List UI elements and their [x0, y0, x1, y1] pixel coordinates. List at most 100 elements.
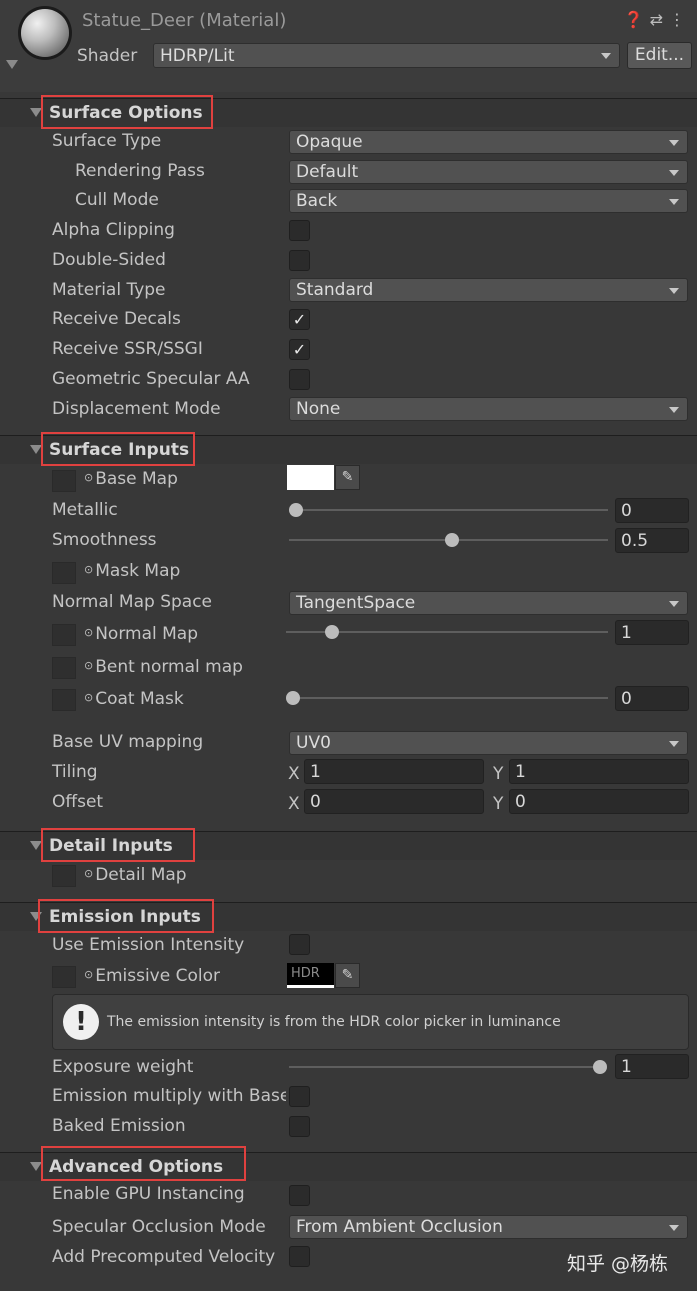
shader-label: Shader	[77, 46, 138, 66]
object-picker-icon[interactable]: ⊙	[84, 691, 93, 704]
header-icons: ❓⇄⋮	[624, 10, 691, 29]
exposure-weight-field[interactable]: 1	[615, 1054, 689, 1079]
displacement-mode-dropdown[interactable]: None	[289, 397, 688, 421]
base-uv-mapping-dropdown[interactable]: UV0	[289, 731, 688, 755]
offset-y-field[interactable]: 0	[509, 789, 689, 814]
mask-map-label: ⊙ Mask Map	[84, 561, 181, 581]
smoothness-slider-handle[interactable]	[445, 533, 459, 547]
detail-map-label: ⊙ Detail Map	[84, 865, 187, 885]
dropdown-value: Opaque	[296, 132, 363, 152]
normal-scale-field[interactable]: 1	[615, 620, 689, 645]
specular-occlusion-mode-dropdown[interactable]: From Ambient Occlusion	[289, 1215, 688, 1239]
bent-normal-map-label: ⊙ Bent normal map	[84, 657, 243, 677]
metallic-label: Metallic	[52, 500, 118, 520]
exposure-weight-slider-handle[interactable]	[593, 1060, 607, 1074]
coat-mask-label: ⊙ Coat Mask	[84, 689, 184, 709]
more-icon[interactable]: ⋮	[669, 10, 691, 29]
rendering-pass-dropdown[interactable]: Default	[289, 160, 688, 184]
texture-slot[interactable]	[52, 657, 76, 679]
receive-ssr-checkbox[interactable]: ✓	[289, 339, 310, 360]
material-header: Statue_Deer (Material) ❓⇄⋮ Shader HDRP/L…	[0, 0, 697, 92]
normal-scale-slider-handle[interactable]	[325, 625, 340, 639]
chevron-down-icon	[669, 288, 679, 294]
highlight-box	[41, 828, 195, 862]
double-sided-label: Double-Sided	[52, 250, 166, 270]
object-picker-icon[interactable]: ⊙	[84, 626, 93, 639]
baked-emission-label: Baked Emission	[52, 1116, 186, 1136]
dropdown-value: From Ambient Occlusion	[296, 1217, 503, 1237]
object-picker-icon[interactable]: ⊙	[84, 659, 93, 672]
chevron-down-icon	[669, 601, 679, 607]
highlight-box	[41, 95, 213, 129]
precomputed-velocity-checkbox[interactable]	[289, 1246, 310, 1267]
dropdown-value: Default	[296, 162, 359, 182]
emission-multiply-checkbox[interactable]	[289, 1086, 310, 1107]
smoothness-label: Smoothness	[52, 530, 157, 550]
emission-multiply-label: Emission multiply with Base	[52, 1088, 286, 1105]
baked-emission-checkbox[interactable]	[289, 1116, 310, 1137]
edit-shader-button[interactable]: Edit...	[627, 42, 692, 69]
receive-ssr-label: Receive SSR/SSGI	[52, 339, 203, 359]
cull-mode-dropdown[interactable]: Back	[289, 189, 688, 213]
emissive-color-label: ⊙ Emissive Color	[84, 966, 220, 986]
tiling-y-field[interactable]: 1	[509, 759, 689, 784]
chevron-down-icon	[669, 1225, 679, 1231]
texture-slot[interactable]	[52, 865, 76, 887]
highlight-box	[41, 1146, 246, 1181]
coat-mask-slider-track[interactable]	[293, 697, 608, 699]
object-picker-icon[interactable]: ⊙	[84, 563, 93, 576]
base-map-label: ⊙ Base Map	[84, 469, 178, 489]
dropdown-value: Back	[296, 191, 338, 211]
normal-map-label: ⊙ Normal Map	[84, 624, 199, 644]
shader-dropdown[interactable]: HDRP/Lit	[153, 43, 620, 68]
emissive-color-swatch[interactable]: HDR	[287, 963, 334, 988]
checkmark-icon: ✓	[292, 340, 307, 359]
gpu-instancing-label: Enable GPU Instancing	[52, 1184, 245, 1204]
coat-mask-field[interactable]: 0	[615, 686, 689, 711]
receive-decals-checkbox[interactable]: ✓	[289, 309, 310, 330]
foldout-arrow-icon[interactable]	[6, 60, 18, 69]
exposure-weight-slider-track[interactable]	[289, 1066, 601, 1068]
dropdown-value: UV0	[296, 733, 331, 753]
use-emission-intensity-label: Use Emission Intensity	[52, 935, 245, 955]
cull-mode-label: Cull Mode	[75, 190, 159, 210]
eyedropper-icon[interactable]: ✎	[335, 963, 360, 988]
highlight-box	[38, 899, 214, 933]
chevron-down-icon	[669, 199, 679, 205]
exposure-weight-label: Exposure weight	[52, 1057, 194, 1077]
normal-map-space-dropdown[interactable]: TangentSpace	[289, 591, 688, 615]
double-sided-checkbox[interactable]	[289, 250, 310, 271]
smoothness-field[interactable]: 0.5	[615, 528, 689, 553]
coat-mask-slider-handle[interactable]	[286, 691, 300, 705]
surface-type-dropdown[interactable]: Opaque	[289, 130, 688, 154]
use-emission-intensity-checkbox[interactable]	[289, 934, 310, 955]
material-type-dropdown[interactable]: Standard	[289, 278, 688, 302]
tiling-x-field[interactable]: 1	[304, 759, 484, 784]
metallic-slider-handle[interactable]	[289, 503, 303, 517]
base-color-swatch[interactable]	[287, 465, 334, 490]
texture-slot[interactable]	[52, 689, 76, 711]
gpu-instancing-checkbox[interactable]	[289, 1185, 310, 1206]
metallic-slider-track[interactable]	[296, 509, 608, 511]
rendering-pass-label: Rendering Pass	[75, 161, 205, 181]
geometric-specular-aa-checkbox[interactable]	[289, 369, 310, 390]
metallic-field[interactable]: 0	[615, 498, 689, 523]
hdr-label: HDR	[291, 966, 320, 981]
texture-slot[interactable]	[52, 562, 76, 584]
eyedropper-icon[interactable]: ✎	[335, 465, 360, 490]
texture-slot[interactable]	[52, 624, 76, 646]
offset-x-field[interactable]: 0	[304, 789, 484, 814]
object-picker-icon[interactable]: ⊙	[84, 867, 93, 880]
offset-y-label: Y	[493, 794, 504, 814]
object-picker-icon[interactable]: ⊙	[84, 471, 93, 484]
material-preview-sphere[interactable]	[21, 9, 69, 57]
settings-sliders-icon[interactable]: ⇄	[650, 10, 669, 29]
texture-slot[interactable]	[52, 966, 76, 988]
dropdown-value: Standard	[296, 280, 374, 300]
tiling-x-label: X	[288, 764, 300, 784]
material-type-label: Material Type	[52, 280, 166, 300]
object-picker-icon[interactable]: ⊙	[84, 968, 93, 981]
help-icon[interactable]: ❓	[624, 10, 650, 29]
alpha-clipping-checkbox[interactable]	[289, 220, 310, 241]
texture-slot[interactable]	[52, 470, 76, 492]
